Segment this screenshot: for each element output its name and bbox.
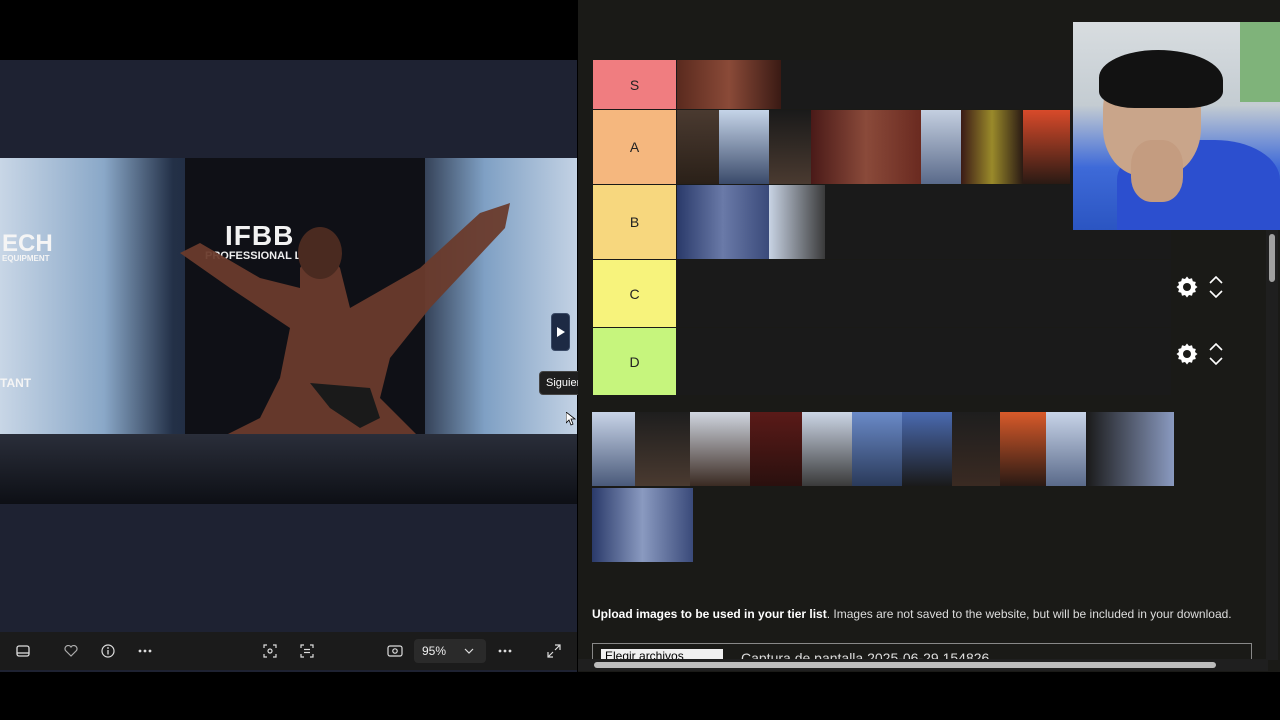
tier-image[interactable] bbox=[677, 110, 719, 184]
tier-label-s[interactable]: S bbox=[593, 60, 676, 109]
gear-icon[interactable] bbox=[1175, 342, 1199, 366]
chevron-up-icon[interactable] bbox=[1209, 276, 1223, 284]
zoom-dropdown[interactable]: 95% bbox=[414, 639, 486, 663]
more-options-button-right[interactable] bbox=[491, 632, 519, 670]
image-pool bbox=[592, 412, 1175, 562]
favorite-button[interactable] bbox=[57, 632, 85, 670]
stage-floor bbox=[0, 434, 577, 504]
tier-label-d[interactable]: D bbox=[593, 328, 676, 395]
tier-items-c bbox=[677, 260, 1171, 327]
chevron-down-icon[interactable] bbox=[1209, 357, 1223, 365]
chevron-up-icon[interactable] bbox=[1209, 343, 1223, 351]
chevron-down-icon bbox=[464, 648, 474, 654]
tier-image[interactable] bbox=[677, 60, 781, 109]
viewer-toolbar: 95% bbox=[0, 632, 577, 670]
info-icon bbox=[101, 644, 115, 658]
expand-icon bbox=[547, 644, 561, 658]
tier-image[interactable] bbox=[961, 110, 1023, 184]
image-pool-row bbox=[592, 488, 693, 562]
tier-row-d: D bbox=[593, 328, 1171, 395]
heart-icon bbox=[64, 645, 78, 657]
tier-row-c: C bbox=[593, 260, 1171, 327]
tier-label-a[interactable]: A bbox=[593, 110, 676, 184]
vertical-scrollbar-thumb[interactable] bbox=[1269, 234, 1275, 282]
pool-image[interactable] bbox=[1046, 412, 1086, 486]
horizontal-scrollbar[interactable] bbox=[578, 659, 1268, 671]
fit-screen-button[interactable] bbox=[381, 632, 409, 670]
tier-image[interactable] bbox=[769, 110, 811, 184]
webcam-overlay bbox=[1073, 22, 1280, 230]
pool-image[interactable] bbox=[690, 412, 750, 486]
upload-instructions: Upload images to be used in your tier li… bbox=[592, 607, 1232, 621]
pool-image[interactable] bbox=[802, 412, 852, 486]
tier-image[interactable] bbox=[769, 185, 825, 259]
info-button[interactable] bbox=[94, 632, 122, 670]
pool-image[interactable] bbox=[750, 412, 802, 486]
vertical-scrollbar[interactable] bbox=[1266, 230, 1278, 660]
scan-icon bbox=[263, 644, 277, 658]
tier-controls-c bbox=[1175, 275, 1223, 299]
gear-icon[interactable] bbox=[1175, 275, 1199, 299]
tier-label-b[interactable]: B bbox=[593, 185, 676, 259]
upload-instructions-bold: Upload images to be used in your tier li… bbox=[592, 607, 827, 621]
bodybuilder-photo: IFBB PROFESSIONAL LEAGUE ECH EQUIPMENT T… bbox=[0, 158, 577, 504]
text-scan-icon bbox=[300, 644, 314, 658]
mouse-cursor-icon bbox=[566, 412, 576, 426]
tier-controls-d bbox=[1175, 342, 1223, 366]
tier-image[interactable] bbox=[921, 110, 961, 184]
tier-items-d bbox=[677, 328, 1171, 395]
tier-label-c[interactable]: C bbox=[593, 260, 676, 327]
text-scan-button[interactable] bbox=[293, 632, 321, 670]
tier-image[interactable] bbox=[811, 110, 921, 184]
zoom-value: 95% bbox=[422, 644, 447, 658]
tier-image[interactable] bbox=[1023, 110, 1070, 184]
horizontal-scrollbar-thumb[interactable] bbox=[594, 662, 1216, 668]
image-pool-row bbox=[592, 412, 1174, 486]
chevron-down-icon[interactable] bbox=[1209, 290, 1223, 298]
pool-image[interactable] bbox=[592, 488, 693, 562]
pool-image[interactable] bbox=[635, 412, 690, 486]
filmstrip-button[interactable] bbox=[9, 632, 37, 670]
more-horizontal-icon bbox=[138, 649, 152, 653]
pool-image[interactable] bbox=[852, 412, 902, 486]
play-right-icon bbox=[556, 327, 565, 337]
tier-image[interactable] bbox=[719, 110, 769, 184]
fullscreen-button[interactable] bbox=[540, 632, 568, 670]
pool-image[interactable] bbox=[952, 412, 1000, 486]
upload-instructions-rest: . Images are not saved to the website, b… bbox=[826, 607, 1232, 621]
webcam-background bbox=[1240, 22, 1280, 102]
next-button[interactable] bbox=[551, 313, 570, 351]
filmstrip-icon bbox=[16, 645, 30, 657]
pool-image[interactable] bbox=[1086, 412, 1174, 486]
webcam-person-hand bbox=[1131, 140, 1183, 202]
photo-viewer: IFBB PROFESSIONAL LEAGUE ECH EQUIPMENT T… bbox=[0, 60, 599, 672]
webcam-person-hair bbox=[1099, 50, 1223, 108]
more-options-button-left[interactable] bbox=[131, 632, 159, 670]
more-horizontal-icon bbox=[498, 649, 512, 653]
visual-search-button[interactable] bbox=[256, 632, 284, 670]
tier-image[interactable] bbox=[677, 185, 769, 259]
pool-image[interactable] bbox=[902, 412, 952, 486]
fit-screen-icon bbox=[387, 645, 403, 657]
pool-image[interactable] bbox=[592, 412, 635, 486]
pool-image[interactable] bbox=[1000, 412, 1046, 486]
